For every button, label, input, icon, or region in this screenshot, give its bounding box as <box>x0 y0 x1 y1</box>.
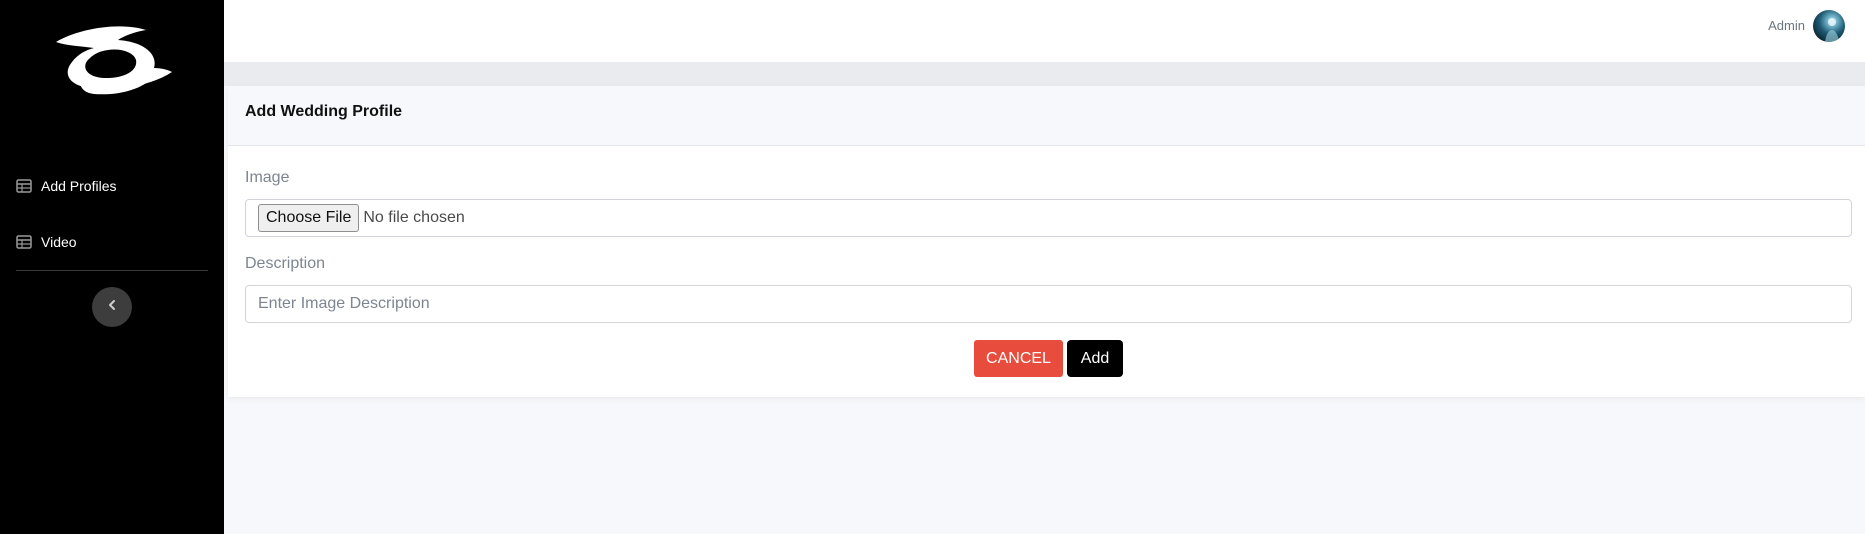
sidebar-divider <box>16 270 208 271</box>
page-title: Add Wedding Profile <box>245 103 403 120</box>
table-icon <box>16 235 32 249</box>
sidebar-item-add-profiles[interactable]: Add Profiles <box>16 174 116 198</box>
sidebar: Add Profiles Video <box>0 0 224 534</box>
sidebar-item-video[interactable]: Video <box>16 230 77 254</box>
avatar[interactable] <box>1813 10 1845 42</box>
header-strip <box>224 62 1865 86</box>
description-input[interactable] <box>245 285 1852 323</box>
brand-logo-icon[interactable] <box>50 24 174 104</box>
cancel-button[interactable]: CANCEL <box>974 340 1063 377</box>
add-profile-card: Add Wedding Profile Image Choose File No… <box>228 86 1865 397</box>
description-label: Description <box>245 255 326 272</box>
choose-file-button[interactable]: Choose File <box>258 204 360 232</box>
add-button[interactable]: Add <box>1067 340 1123 377</box>
file-status: No file chosen <box>363 209 465 226</box>
table-icon <box>16 179 32 193</box>
topbar: Admin <box>224 0 1865 62</box>
image-file-input[interactable]: Choose File No file chosen <box>245 199 1852 237</box>
sidebar-collapse-button[interactable] <box>92 287 132 327</box>
user-avatar-icon <box>1825 18 1839 42</box>
image-label: Image <box>245 169 290 186</box>
sidebar-item-label: Add Profiles <box>41 178 117 194</box>
chevron-left-icon <box>107 298 117 316</box>
sidebar-item-label: Video <box>41 234 77 250</box>
card-header: Add Wedding Profile <box>228 86 1865 146</box>
user-name[interactable]: Admin <box>1768 18 1805 34</box>
